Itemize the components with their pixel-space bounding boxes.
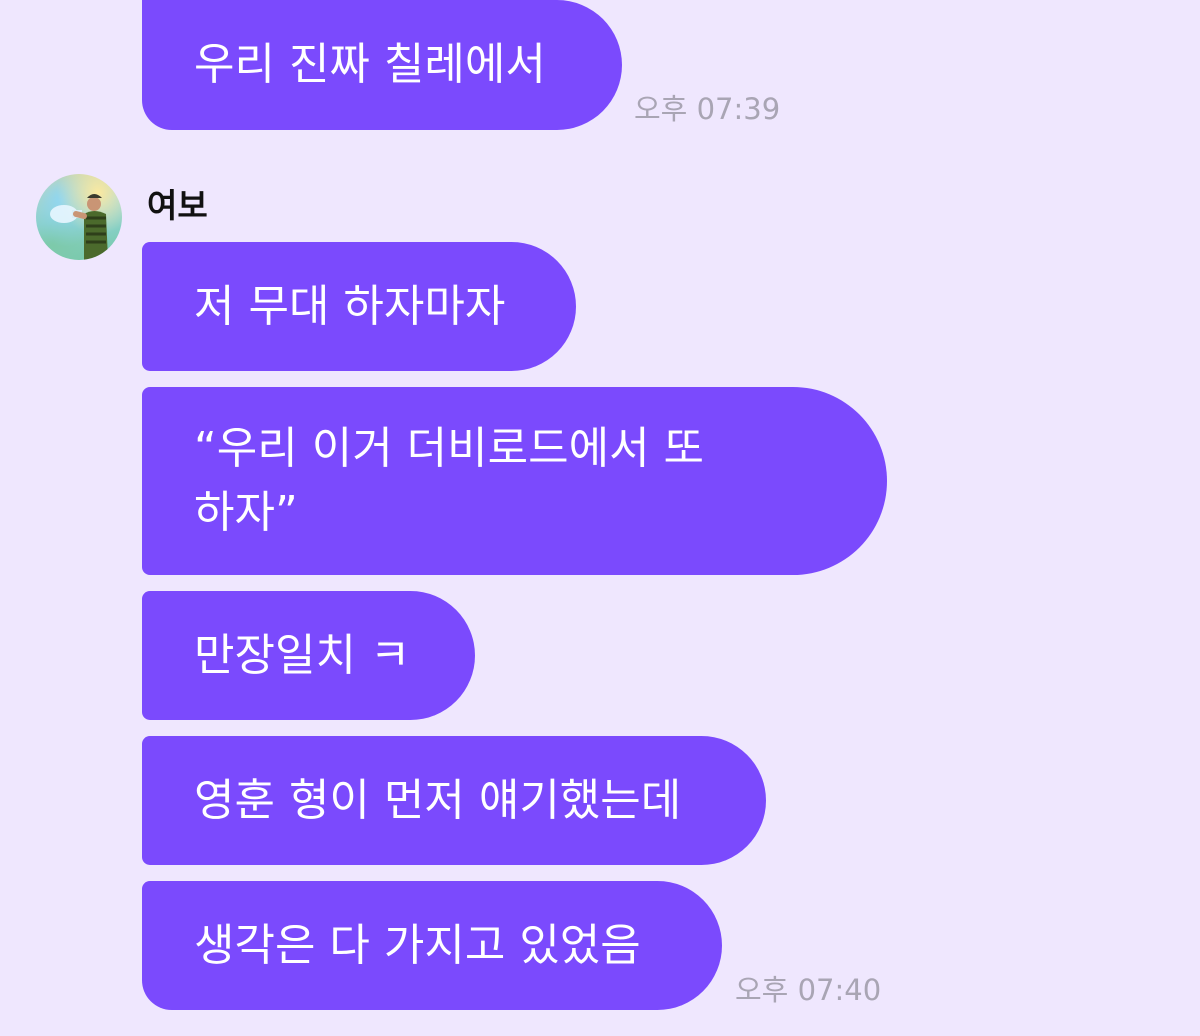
message-text: 우리 진짜 칠레에서 — [194, 39, 546, 90]
message-bubble[interactable]: 만장일치 ㅋ — [142, 591, 475, 720]
message-bubble[interactable]: 생각은 다 가지고 있었음 — [142, 881, 722, 1010]
message-text: 저 무대 하자마자 — [194, 280, 506, 332]
message-text: “우리 이거 더비로드에서 또 하자” — [194, 423, 705, 538]
message-text: 생각은 다 가지고 있었음 — [194, 919, 641, 971]
message-bubble[interactable]: 영훈 형이 먼저 얘기했는데 — [142, 736, 766, 865]
message-bubble[interactable]: 저 무대 하자마자 — [142, 242, 576, 371]
message-text: 영훈 형이 먼저 얘기했는데 — [194, 774, 682, 826]
profile-photo-icon — [50, 194, 108, 260]
message-bubble[interactable]: 우리 진짜 칠레에서 — [142, 0, 622, 130]
message-bubble[interactable]: “우리 이거 더비로드에서 또 하자” — [142, 387, 887, 575]
message-text: 만장일치 ㅋ — [194, 629, 411, 681]
avatar[interactable] — [36, 174, 122, 260]
sender-name: 여보 — [147, 186, 208, 225]
message-timestamp: 오후 07:39 — [634, 92, 781, 126]
message-timestamp: 오후 07:40 — [735, 973, 882, 1007]
